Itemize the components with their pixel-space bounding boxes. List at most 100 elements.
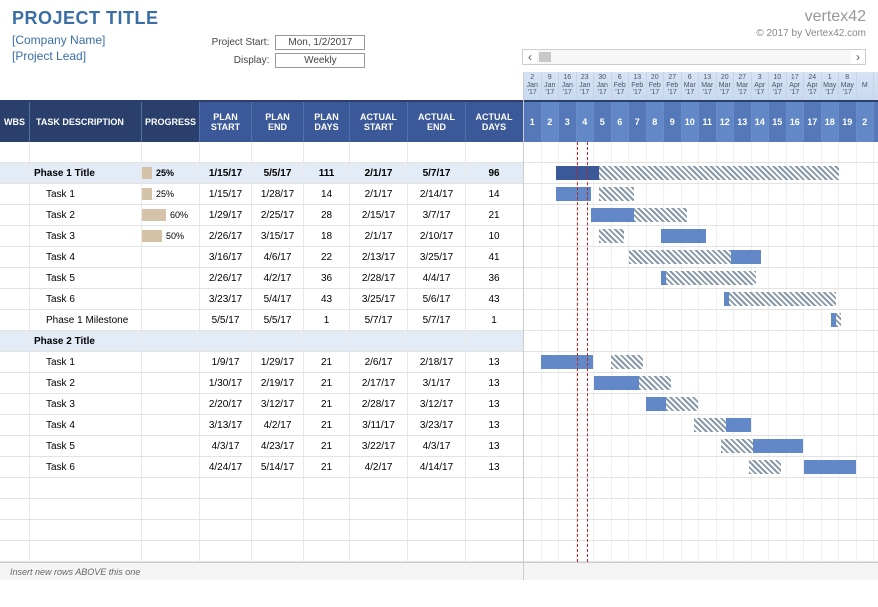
- cell-pend[interactable]: 5/5/17: [252, 163, 304, 183]
- cell-wbs[interactable]: [0, 331, 30, 351]
- cell-wbs[interactable]: [0, 205, 30, 225]
- cell-wbs[interactable]: [0, 184, 30, 204]
- cell-pdays[interactable]: 18: [304, 226, 350, 246]
- gantt-bar-plan[interactable]: [556, 187, 591, 201]
- table-row[interactable]: Task 21/30/172/19/17212/17/173/1/1713: [0, 373, 523, 394]
- cell-astart[interactable]: 3/22/17: [350, 436, 408, 456]
- cell-desc[interactable]: Task 4: [30, 415, 142, 435]
- cell-adays[interactable]: 96: [466, 163, 522, 183]
- table-row[interactable]: Task 54/3/174/23/17213/22/174/3/1713: [0, 436, 523, 457]
- cell-pend[interactable]: [252, 331, 304, 351]
- cell-adays[interactable]: 13: [466, 394, 522, 414]
- cell-astart[interactable]: 2/1/17: [350, 226, 408, 246]
- cell-prog[interactable]: [142, 352, 200, 372]
- cell-pdays[interactable]: 21: [304, 436, 350, 456]
- cell-adays[interactable]: 13: [466, 373, 522, 393]
- table-row[interactable]: Task 32/20/173/12/17212/28/173/12/1713: [0, 394, 523, 415]
- cell-desc[interactable]: Task 3: [30, 394, 142, 414]
- gantt-bar-actual[interactable]: [599, 229, 624, 243]
- gantt-bar-plan[interactable]: [751, 439, 803, 453]
- cell-aend[interactable]: 5/6/17: [408, 289, 466, 309]
- gantt-bar-actual[interactable]: [749, 460, 781, 474]
- cell-adays[interactable]: 13: [466, 415, 522, 435]
- cell-adays[interactable]: 10: [466, 226, 522, 246]
- cell-adays[interactable]: 21: [466, 205, 522, 225]
- cell-pstart[interactable]: 4/24/17: [200, 457, 252, 477]
- cell-wbs[interactable]: [0, 352, 30, 372]
- table-row[interactable]: Task 43/13/174/2/17213/11/173/23/1713: [0, 415, 523, 436]
- cell-pstart[interactable]: 5/5/17: [200, 310, 252, 330]
- cell-wbs[interactable]: [0, 457, 30, 477]
- cell-astart[interactable]: [350, 331, 408, 351]
- cell-desc[interactable]: Phase 1 Title: [30, 163, 142, 183]
- cell-pdays[interactable]: 21: [304, 415, 350, 435]
- cell-pend[interactable]: 2/25/17: [252, 205, 304, 225]
- cell-prog[interactable]: [142, 415, 200, 435]
- cell-wbs[interactable]: [0, 163, 30, 183]
- cell-desc[interactable]: Phase 1 Milestone: [30, 310, 142, 330]
- cell-pend[interactable]: 1/28/17: [252, 184, 304, 204]
- cell-desc[interactable]: Task 6: [30, 457, 142, 477]
- timeline-scrollbar[interactable]: ‹ ›: [522, 49, 866, 65]
- cell-prog[interactable]: [142, 394, 200, 414]
- cell-pdays[interactable]: 36: [304, 268, 350, 288]
- gantt-bar-actual[interactable]: [634, 208, 687, 222]
- cell-prog[interactable]: [142, 289, 200, 309]
- cell-desc[interactable]: Task 2: [30, 205, 142, 225]
- cell-pdays[interactable]: 21: [304, 394, 350, 414]
- cell-prog[interactable]: 25%: [142, 163, 200, 183]
- cell-pstart[interactable]: 2/26/17: [200, 226, 252, 246]
- cell-astart[interactable]: 2/15/17: [350, 205, 408, 225]
- cell-pstart[interactable]: 3/16/17: [200, 247, 252, 267]
- cell-desc[interactable]: Phase 2 Title: [30, 331, 142, 351]
- cell-pstart[interactable]: 2/26/17: [200, 268, 252, 288]
- cell-adays[interactable]: 41: [466, 247, 522, 267]
- table-row[interactable]: Task 64/24/175/14/17214/2/174/14/1713: [0, 457, 523, 478]
- cell-aend[interactable]: 2/10/17: [408, 226, 466, 246]
- cell-aend[interactable]: 5/7/17: [408, 310, 466, 330]
- cell-aend[interactable]: 2/14/17: [408, 184, 466, 204]
- cell-desc[interactable]: Task 5: [30, 268, 142, 288]
- cell-wbs[interactable]: [0, 310, 30, 330]
- cell-pend[interactable]: 4/2/17: [252, 268, 304, 288]
- cell-wbs[interactable]: [0, 268, 30, 288]
- cell-wbs[interactable]: [0, 373, 30, 393]
- cell-adays[interactable]: 1: [466, 310, 522, 330]
- cell-astart[interactable]: 2/13/17: [350, 247, 408, 267]
- cell-prog[interactable]: [142, 373, 200, 393]
- table-row[interactable]: Task 11/9/171/29/17212/6/172/18/1713: [0, 352, 523, 373]
- cell-adays[interactable]: 13: [466, 457, 522, 477]
- table-row[interactable]: Task 43/16/174/6/17222/13/173/25/1741: [0, 247, 523, 268]
- cell-pdays[interactable]: 43: [304, 289, 350, 309]
- table-row[interactable]: Task 125%1/15/171/28/17142/1/172/14/1714: [0, 184, 523, 205]
- cell-adays[interactable]: 43: [466, 289, 522, 309]
- cell-wbs[interactable]: [0, 436, 30, 456]
- cell-pdays[interactable]: 21: [304, 373, 350, 393]
- cell-aend[interactable]: 4/3/17: [408, 436, 466, 456]
- cell-prog[interactable]: [142, 436, 200, 456]
- start-value[interactable]: Mon, 1/2/2017: [275, 35, 365, 50]
- cell-astart[interactable]: 2/17/17: [350, 373, 408, 393]
- cell-wbs[interactable]: [0, 289, 30, 309]
- cell-adays[interactable]: 36: [466, 268, 522, 288]
- cell-desc[interactable]: Task 2: [30, 373, 142, 393]
- cell-wbs[interactable]: [0, 226, 30, 246]
- table-row[interactable]: Task 350%2/26/173/15/17182/1/172/10/1710: [0, 226, 523, 247]
- gantt-bar-actual[interactable]: [666, 271, 756, 285]
- cell-prog[interactable]: [142, 268, 200, 288]
- cell-prog[interactable]: [142, 331, 200, 351]
- cell-astart[interactable]: 2/1/17: [350, 184, 408, 204]
- cell-pdays[interactable]: 111: [304, 163, 350, 183]
- cell-desc[interactable]: Task 1: [30, 352, 142, 372]
- cell-aend[interactable]: 4/14/17: [408, 457, 466, 477]
- gantt-bar-actual[interactable]: [629, 250, 731, 264]
- cell-aend[interactable]: 4/4/17: [408, 268, 466, 288]
- cell-pend[interactable]: 3/12/17: [252, 394, 304, 414]
- cell-aend[interactable]: 3/23/17: [408, 415, 466, 435]
- cell-pdays[interactable]: 28: [304, 205, 350, 225]
- gantt-bar-actual[interactable]: [639, 376, 671, 390]
- gantt-bar-actual[interactable]: [836, 313, 841, 327]
- cell-pdays[interactable]: 1: [304, 310, 350, 330]
- cell-prog[interactable]: [142, 310, 200, 330]
- cell-pstart[interactable]: 1/29/17: [200, 205, 252, 225]
